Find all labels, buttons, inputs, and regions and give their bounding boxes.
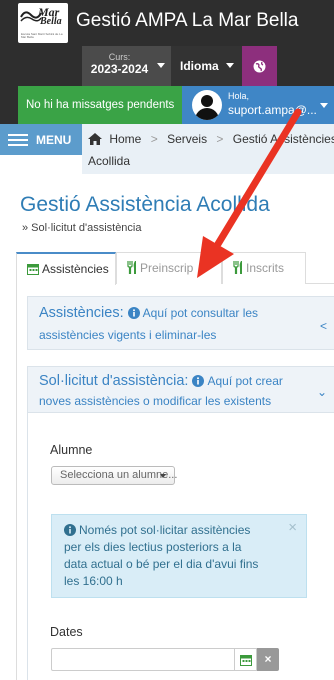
breadcrumb-current-cont: Acollida <box>88 154 131 168</box>
alumne-label: Alumne <box>50 443 93 457</box>
panel-title: Sol·licitut d'assistència: Aquí pot crea… <box>39 373 283 389</box>
panel-solicitud: Sol·licitut d'assistència: Aquí pot crea… <box>27 366 334 680</box>
alert-line: per els dies lectius posteriors a la <box>64 540 242 554</box>
dates-label: Dates <box>50 625 83 639</box>
tab-content: Assistències: Aquí pot consultar les ass… <box>16 284 334 680</box>
chevron-down-icon <box>160 474 166 478</box>
breadcrumb-current: Gestió Assistències <box>232 132 334 146</box>
alert-line: les 16:00 h <box>64 574 123 588</box>
panel-desc-inline: Aquí pot crear <box>207 374 283 388</box>
info-icon <box>64 524 76 536</box>
panel-title: Assistències: Aquí pot consultar les <box>39 305 259 321</box>
chevron-down-icon <box>157 63 165 68</box>
top-bar: Mar Bella Escola Sant Martí Sobirà de La… <box>0 0 334 46</box>
alumne-select[interactable]: Selecciona un alumne... <box>51 466 177 485</box>
chevron-down-icon <box>320 103 328 108</box>
messages-indicator[interactable]: No hi ha missatges pendents <box>18 86 182 124</box>
page-subtitle: » Sol·licitut d'assistència <box>22 222 142 234</box>
chevron-down-icon <box>226 63 234 68</box>
alert-close-button[interactable]: × <box>288 519 297 536</box>
user-greeting: Hola, <box>228 91 250 101</box>
user-email: suport.ampa@... <box>228 103 316 117</box>
chevron-down-icon[interactable]: ⌄ <box>317 385 327 399</box>
tab-label: Assistències <box>42 262 109 276</box>
avatar <box>192 90 222 120</box>
hamburger-icon <box>8 134 28 149</box>
dates-input[interactable] <box>51 648 235 671</box>
logo-text-bella: Bella <box>40 16 62 27</box>
info-icon <box>127 307 140 319</box>
alert-line: Només pot sol·licitar assitències <box>79 523 251 537</box>
menu-button[interactable]: MENU <box>0 124 82 155</box>
clear-dates-button[interactable]: × <box>257 648 279 671</box>
menu-label: MENU <box>36 133 72 147</box>
chevron-left-icon[interactable]: < <box>320 319 327 333</box>
user-menu[interactable]: Hola, suport.ampa@... <box>182 86 334 124</box>
info-icon <box>192 375 205 387</box>
breadcrumb-serveis[interactable]: Serveis <box>167 132 207 146</box>
home-icon <box>88 133 102 145</box>
panel-desc-inline: Aquí pot consultar les <box>142 306 259 320</box>
tab-assistencies[interactable]: Assistències <box>16 252 116 285</box>
globe-button[interactable] <box>242 46 277 86</box>
calendar-button[interactable] <box>235 648 257 671</box>
ampa-logo[interactable]: Mar Bella Escola Sant Martí Sobirà de La… <box>18 3 68 43</box>
tab-preinscripcions[interactable]: Preinscrip <box>116 252 222 284</box>
alert-line: data actual o bé per el dia d'avui fins <box>64 557 259 571</box>
idioma-selector[interactable]: Idioma <box>171 46 242 86</box>
info-alert: Només pot sol·licitar assitències per el… <box>51 514 307 598</box>
calendar-icon <box>27 264 39 275</box>
app-title: Gestió AMPA La Mar Bella <box>76 10 299 31</box>
calendar-icon <box>240 655 252 666</box>
panel-desc: noves assistències o modificar les exist… <box>39 394 272 408</box>
tab-inscrits[interactable]: Inscrits <box>222 252 306 284</box>
panel-assistencies[interactable]: Assistències: Aquí pot consultar les ass… <box>27 296 334 350</box>
breadcrumb-home[interactable]: Home <box>109 132 141 146</box>
idioma-label: Idioma <box>180 59 219 73</box>
panel-desc: assistències vigents i eliminar-les <box>39 328 217 342</box>
cutlery-icon <box>127 261 136 274</box>
curs-selector[interactable]: Curs: 2023-2024 <box>82 46 171 86</box>
cutlery-icon <box>233 261 242 274</box>
globe-icon <box>253 60 266 73</box>
panel-header[interactable]: Sol·licitut d'assistència: Aquí pot crea… <box>28 367 334 413</box>
page-title: Gestió Assistència Acollida <box>20 193 270 216</box>
logo-fine-print: Escola Sant Martí Sobirà de La Mar Bella <box>21 32 63 39</box>
tab-bar: Assistències Preinscrip Inscrits <box>16 252 334 285</box>
breadcrumb: Home > Serveis > Gestió Assistències Aco… <box>82 124 334 174</box>
breadcrumb-separator: > <box>150 132 158 146</box>
breadcrumb-separator: > <box>216 132 224 146</box>
tab-label: Preinscrip <box>140 261 194 275</box>
curs-label: Curs: <box>108 52 131 62</box>
tab-label: Inscrits <box>246 261 285 275</box>
